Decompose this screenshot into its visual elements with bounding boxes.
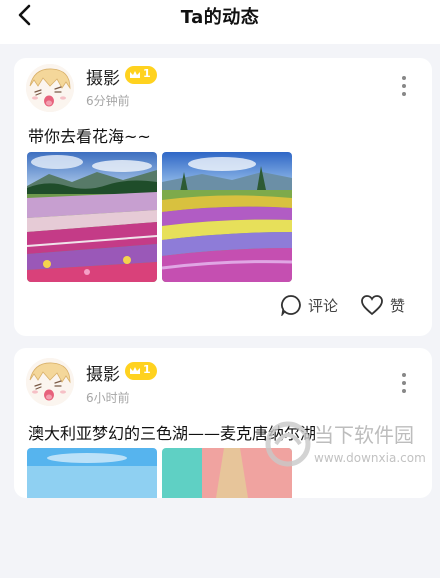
post-text: 带你去看花海~~	[28, 127, 151, 146]
post-photo[interactable]	[27, 448, 157, 578]
comment-button[interactable]: 评论	[280, 294, 339, 318]
crown-icon	[130, 367, 140, 374]
level-number: 1	[143, 363, 151, 376]
post-photo[interactable]	[162, 448, 292, 578]
like-button[interactable]: 赞	[360, 294, 405, 316]
level-number: 1	[143, 67, 151, 80]
page-title: Ta的动态	[180, 7, 260, 28]
avatar[interactable]	[26, 358, 74, 406]
top-bar: Ta的动态	[0, 0, 440, 44]
level-badge: 1	[125, 66, 157, 84]
username[interactable]: 摄影	[86, 64, 120, 89]
like-label: 赞	[390, 297, 406, 315]
post-text: 澳大利亚梦幻的三色湖——麦克唐纳尔湖	[28, 424, 317, 443]
post-card[interactable]: 摄影 1 6分钟前 带你去看花海~~ 评论 赞	[14, 58, 432, 336]
comment-label: 评论	[308, 297, 339, 315]
post-time: 6小时前	[86, 391, 130, 405]
avatar[interactable]	[26, 64, 74, 112]
username[interactable]: 摄影	[86, 360, 120, 385]
crown-icon	[130, 71, 140, 78]
heart-icon	[361, 295, 383, 316]
post-time: 6分钟前	[86, 94, 130, 108]
comment-icon	[281, 295, 301, 318]
more-options-icon[interactable]	[400, 76, 408, 98]
level-badge: 1	[125, 362, 157, 380]
post-photo[interactable]	[27, 152, 157, 282]
post-card[interactable]: 摄影 1 6小时前 澳大利亚梦幻的三色湖——麦克唐纳尔湖	[14, 348, 432, 498]
more-options-icon[interactable]	[400, 373, 408, 395]
post-photo[interactable]	[162, 152, 292, 282]
